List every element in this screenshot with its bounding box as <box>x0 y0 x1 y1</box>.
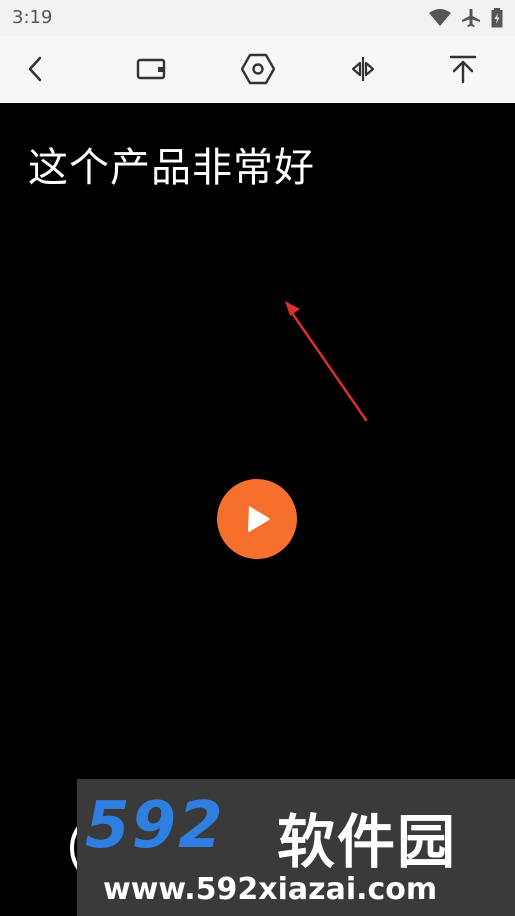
play-button[interactable] <box>217 479 297 559</box>
window-icon <box>136 58 166 80</box>
back-icon <box>28 56 42 82</box>
settings-hexagon-icon <box>241 53 275 85</box>
watermark-logo-number: 592 <box>85 789 225 863</box>
mirror-flip-button[interactable] <box>340 46 386 92</box>
pin-to-top-button[interactable] <box>440 46 486 92</box>
annotation-arrow <box>285 301 368 422</box>
play-icon <box>248 506 270 532</box>
video-caption: 这个产品非常好 <box>28 145 315 191</box>
mirror-flip-icon <box>351 57 375 81</box>
status-time: 3:19 <box>12 7 53 28</box>
status-icons <box>429 7 503 29</box>
window-button[interactable] <box>129 46 175 92</box>
airplane-icon <box>462 9 480 27</box>
pin-to-top-icon <box>449 55 477 84</box>
toolbar <box>0 36 515 104</box>
back-button[interactable] <box>13 46 59 92</box>
watermark-url: www.592xiazai.com <box>103 872 438 907</box>
watermark-logo: 592 软件园 www.592xiazai.com <box>77 779 515 916</box>
settings-button[interactable] <box>235 46 281 92</box>
battery-icon <box>491 8 503 28</box>
status-bar: 3:19 <box>0 0 515 36</box>
wifi-icon <box>429 9 451 26</box>
watermark-logo-text: 软件园 <box>277 808 458 876</box>
